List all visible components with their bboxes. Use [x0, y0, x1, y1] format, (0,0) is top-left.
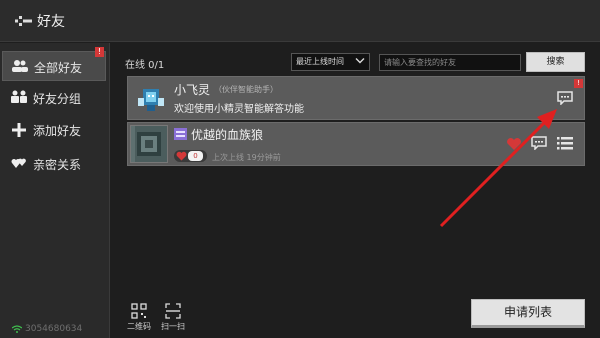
network-status: 3054680634 [12, 324, 82, 334]
sort-select-value: 最近上线时间 [296, 57, 344, 66]
wifi-icon [12, 325, 22, 333]
friend-name: 小飞灵 [174, 83, 211, 97]
chevron-down-icon [355, 58, 365, 64]
title-bar: 好友 [0, 0, 600, 42]
hearts-icon [11, 158, 26, 168]
sidebar: 全部好友 ! 好友分组 添加好友 亲密关系 3054680634 [0, 43, 110, 338]
qrcode-label: 二维码 [127, 322, 151, 331]
apply-list-button[interactable]: 申请列表 [471, 299, 585, 328]
sidebar-item-label: 亲密关系 [33, 158, 82, 172]
menu-icon[interactable] [557, 137, 573, 150]
sidebar-item-label: 全部好友 [34, 61, 83, 75]
sidebar-item-friend-groups[interactable]: 好友分组 [2, 83, 106, 113]
last-online: 上次上线 19分钟前 [212, 153, 281, 162]
chat-icon[interactable] [557, 91, 573, 105]
intimacy-pill: 0 [174, 150, 207, 162]
friend-message: 欢迎使用小精灵智能解答功能 [174, 104, 304, 115]
scan-button[interactable]: 扫一扫 [156, 303, 190, 332]
notification-badge: ! [95, 47, 104, 57]
user-id: 3054680634 [25, 324, 83, 334]
intimacy-count: 0 [188, 151, 203, 161]
page-title: 好友 [37, 14, 65, 30]
scan-icon [165, 303, 181, 319]
group-icon [11, 90, 27, 103]
fairy-avatar [138, 89, 164, 111]
search-button[interactable]: 搜索 [526, 52, 585, 72]
people-icon [12, 60, 28, 72]
sort-select[interactable]: 最近上线时间 [291, 53, 370, 71]
sidebar-item-label: 添加好友 [33, 124, 82, 138]
search-input[interactable] [379, 54, 521, 71]
friend-name: 优越的血族狼 [191, 128, 264, 142]
online-count: 在线 0/1 [125, 60, 165, 71]
sidebar-item-all-friends[interactable]: 全部好友 ! [2, 47, 106, 81]
plus-icon [12, 123, 26, 137]
scan-label: 扫一扫 [161, 322, 185, 331]
player-avatar [130, 125, 168, 163]
pixel-skin-image [131, 126, 167, 162]
heart-add-icon[interactable] [506, 137, 522, 151]
qrcode-button[interactable]: 二维码 [122, 303, 156, 332]
heart-icon [176, 151, 187, 161]
sidebar-item-label: 好友分组 [33, 92, 82, 106]
qrcode-icon [131, 303, 147, 319]
sidebar-item-intimate-relations[interactable]: 亲密关系 [2, 149, 106, 179]
chat-icon[interactable] [531, 136, 547, 150]
friend-row[interactable]: 小飞灵 （伙伴智能助手） 欢迎使用小精灵智能解答功能 ! [127, 76, 585, 120]
message-badge: ! [574, 79, 583, 88]
sidebar-item-add-friend[interactable]: 添加好友 [2, 115, 106, 145]
badge-icon [174, 128, 187, 140]
friend-tag: （伙伴智能助手） [214, 85, 278, 94]
back-arrow-icon[interactable] [14, 12, 34, 30]
friend-row[interactable]: 优越的血族狼 0 上次上线 19分钟前 [127, 122, 585, 166]
